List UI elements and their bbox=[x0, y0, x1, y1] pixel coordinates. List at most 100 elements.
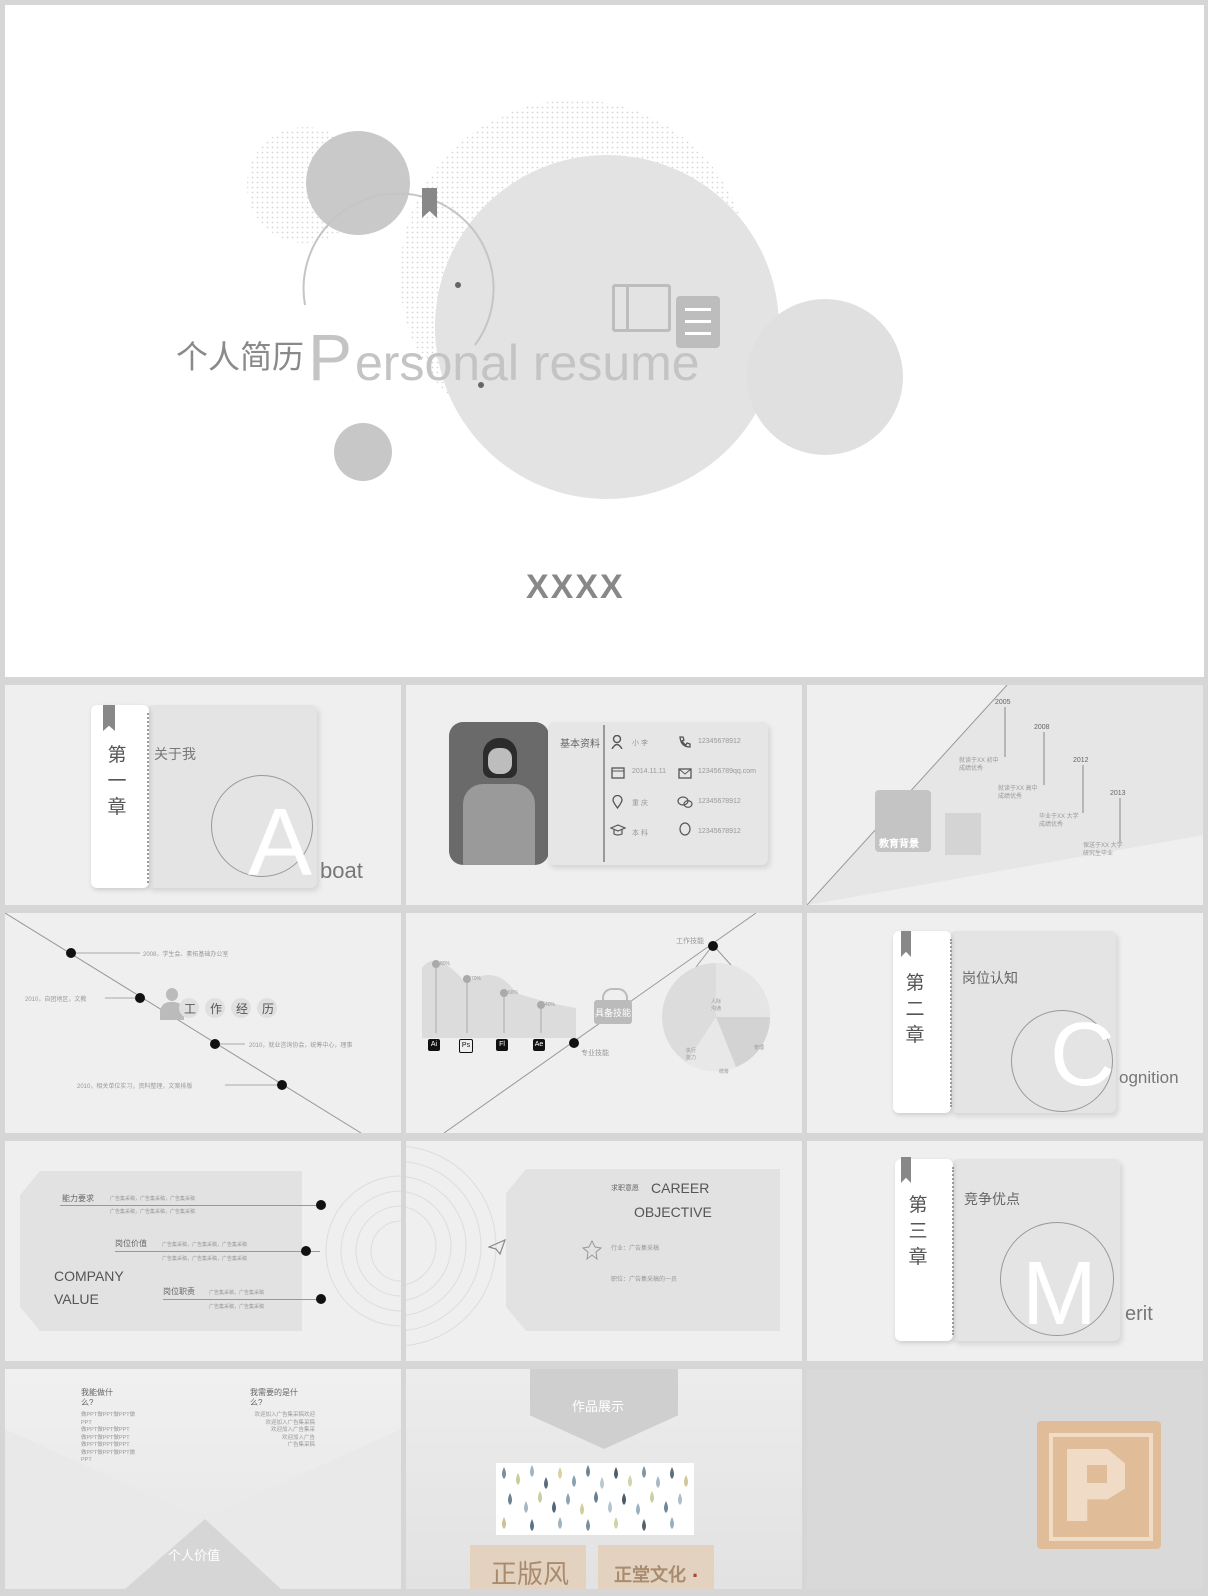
circle-right bbox=[747, 299, 903, 455]
big-letter: C bbox=[1050, 1005, 1115, 1105]
slide-cognition: 第二章 岗位认知 C ognition bbox=[807, 913, 1203, 1133]
chapter-label: 第三章 bbox=[908, 1195, 928, 1268]
work-item-3: 2010，就业咨询协会，统筹中心，理事 bbox=[249, 1043, 353, 1049]
location-icon bbox=[612, 794, 623, 814]
value-label: 能力要求 bbox=[62, 1194, 94, 1203]
edu-year-2: 2008 bbox=[1034, 724, 1050, 731]
slide-career: 求职意愿 CAREER OBJECTIVE 行业：广告集采稿 职位：广告集采稿的… bbox=[406, 1141, 802, 1361]
left-body: 做PPT做PPT做PPT做 PPT 做PPT做PPT做PPT 做PPT做PPT做PPT… bbox=[81, 1412, 136, 1463]
work-skill-label: 工作技能 bbox=[676, 938, 704, 945]
logo-text-1: 正版风 bbox=[491, 1560, 570, 1589]
right-body: 欢迎加入广告集采稿欢迎 欢迎加入广告集采稿 欢迎加入广告集采 欢迎加入广告 广告集采稿 bbox=[254, 1412, 315, 1448]
work-title-char: 作 bbox=[210, 1002, 223, 1016]
work-item-1: 2008，学生会、素拓基础办公室 bbox=[143, 952, 229, 958]
info-phone: 12345678912 bbox=[698, 738, 741, 745]
tool-badge-ae: Ae bbox=[533, 1039, 545, 1051]
chapter-label: 第二章 bbox=[905, 973, 925, 1046]
career-line-1: 行业：广告集采稿 bbox=[611, 1246, 660, 1252]
info-city: 重 庆 bbox=[632, 800, 648, 807]
paper-plane-icon bbox=[487, 1238, 507, 1260]
circle-top bbox=[306, 131, 410, 235]
user-icon bbox=[611, 734, 623, 750]
edu-entry-1: 就读于XX 初中 成绩优秀 bbox=[959, 758, 999, 772]
calendar-icon bbox=[611, 765, 625, 784]
logo-text-2-dot: . bbox=[692, 1557, 699, 1582]
circle-bottom bbox=[334, 423, 392, 481]
education-label: 教育背景 bbox=[879, 839, 919, 850]
big-letter: A bbox=[248, 789, 313, 896]
info-qq: 12345678912 bbox=[698, 828, 741, 835]
work-title-char: 历 bbox=[262, 1002, 275, 1016]
wechat-icon bbox=[677, 795, 693, 814]
career-title-1: CAREER bbox=[651, 1180, 710, 1196]
word-rest: boat bbox=[320, 858, 363, 883]
pie-label: 人际 沟通 bbox=[711, 999, 722, 1012]
personal-bottom-label: 个人价值 bbox=[168, 1548, 221, 1563]
works-banner-label: 作品展示 bbox=[572, 1399, 625, 1414]
info-mail: 123456789qq.com bbox=[698, 768, 756, 775]
big-letter: M bbox=[1022, 1244, 1097, 1344]
slide-education: 教育背景 2005 2008 2012 2013 就读于XX 初中 成绩优秀 就读… bbox=[807, 685, 1203, 905]
graduation-cap-icon bbox=[609, 823, 627, 841]
binding-line bbox=[147, 713, 149, 883]
p-stamp-icon bbox=[1037, 1421, 1161, 1549]
pin-label: 80% bbox=[440, 961, 451, 967]
slide-merit: 第三章 竞争优点 M erit bbox=[807, 1141, 1203, 1361]
pin-label: 60% bbox=[508, 990, 519, 996]
slide-personal: 我能做什 么? 做PPT做PPT做PPT做 PPT 做PPT做PPT做PPT 做PPT做… bbox=[5, 1369, 401, 1589]
raindrop-artwork bbox=[496, 1463, 694, 1535]
qq-icon bbox=[679, 822, 691, 842]
career-line-2: 职位：广告集采稿的一员 bbox=[611, 1277, 678, 1283]
value-label: 岗位价值 bbox=[115, 1239, 147, 1248]
work-timeline bbox=[5, 913, 362, 1133]
value-dot bbox=[316, 1200, 326, 1210]
tool-badge-ai: Ai bbox=[428, 1039, 440, 1051]
slide-work: 2008，学生会、素拓基础办公室 2010，自团地区，文教 2010，就业咨询协… bbox=[5, 913, 401, 1133]
info-divider bbox=[603, 725, 605, 862]
pie-label: 执行 能力 bbox=[686, 1048, 697, 1061]
edu-year-4: 2013 bbox=[1110, 790, 1126, 797]
pin-label: 40% bbox=[545, 1002, 556, 1008]
cover-slide: 个人简历 P ersonal resume XXXX bbox=[5, 5, 1204, 677]
value-lines: 广告集采稿，广告集采稿，广告集采稿 广告集采稿，广告集采稿，广告集采稿 bbox=[110, 1196, 196, 1215]
pin-label: 70% bbox=[471, 976, 482, 982]
binding-line bbox=[952, 1167, 954, 1335]
info-degree: 本 科 bbox=[632, 830, 648, 837]
chapter-heading: 竞争优点 bbox=[964, 1191, 1020, 1207]
edu-year-1: 2005 bbox=[995, 699, 1011, 706]
pro-skill-label: 专业技能 bbox=[581, 1050, 609, 1057]
cover-title-cn: 个人简历 bbox=[176, 339, 305, 375]
chapter-heading: 岗位认知 bbox=[962, 970, 1018, 986]
info-wechat: 12345678912 bbox=[698, 798, 741, 805]
value-lines: 广告集采稿，广告集采稿，广告集采稿 广告集采稿，广告集采稿，广告集采稿 bbox=[162, 1242, 248, 1262]
timeline-dot bbox=[210, 1039, 220, 1049]
info-birth: 2014.11.11 bbox=[632, 768, 666, 775]
pie-label: 管理 bbox=[754, 1045, 765, 1051]
career-title-2: OBJECTIVE bbox=[634, 1204, 712, 1220]
info-name: 小 李 bbox=[632, 740, 648, 747]
tool-badge-fl: Fl bbox=[496, 1039, 508, 1051]
slide-value: 能力要求 广告集采稿，广告集采稿，广告集采稿 广告集采稿，广告集采稿，广告集采稿 … bbox=[5, 1141, 401, 1361]
timeline-dot bbox=[135, 993, 145, 1003]
word-rest: ognition bbox=[1119, 1068, 1179, 1087]
slide-skills: 80% 70% 60% 40% Ai Ps Fl Ae 具备技能 工作技能 专业… bbox=[406, 913, 802, 1133]
work-item-2: 2010，自团地区，文教 bbox=[25, 997, 87, 1003]
logo-text-2: 正堂文化 bbox=[614, 1565, 686, 1585]
value-title: COMPANY VALUE bbox=[54, 1268, 124, 1307]
slide-about: 第一章 关于我 A boat bbox=[5, 685, 401, 905]
chapter-label: 第一章 bbox=[107, 745, 127, 818]
edu-year-3: 2012 bbox=[1073, 757, 1089, 764]
cover-title-en-initial: P bbox=[308, 320, 353, 394]
mail-icon bbox=[678, 766, 692, 784]
skill-dot bbox=[708, 941, 718, 951]
slide-profile: 基本资料 小 李 12345678912 2014.11.11 12345678… bbox=[406, 685, 802, 905]
phone-icon bbox=[678, 735, 691, 753]
cover-author: XXXX bbox=[526, 568, 625, 606]
right-question: 我需要的是什 么? bbox=[250, 1388, 298, 1407]
career-small: 求职意愿 bbox=[611, 1185, 639, 1192]
work-title-char: 经 bbox=[236, 1002, 249, 1016]
slide-works: 作品展示 正版风 正堂文化 . bbox=[406, 1369, 802, 1589]
chapter-heading: 关于我 bbox=[154, 746, 196, 762]
skill-dot bbox=[569, 1038, 579, 1048]
cover-title-en: ersonal resume bbox=[355, 335, 700, 391]
